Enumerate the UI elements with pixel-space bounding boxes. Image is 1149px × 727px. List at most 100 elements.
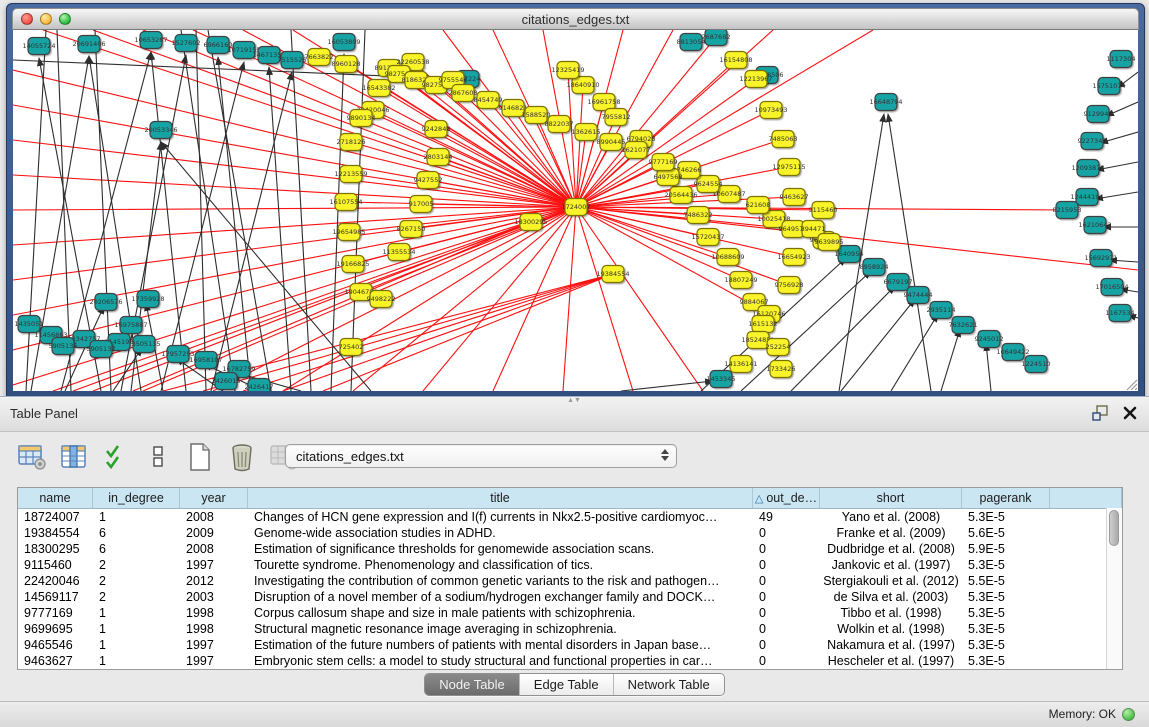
table-cell[interactable]: 6 [93,525,180,541]
table-cell[interactable]: Corpus callosum shape and size in male p… [248,605,753,621]
graph-node[interactable]: 1733426 [767,361,796,378]
table-cell[interactable]: 5.3E-5 [962,637,1050,653]
graph-node[interactable]: 12975115 [772,159,805,176]
graph-node[interactable]: 8822037 [545,116,574,133]
graph-node[interactable]: 9129946 [1084,106,1113,123]
graph-node[interactable]: 9498222 [367,291,396,308]
graph-node[interactable]: 2718126 [337,134,366,151]
table-cell[interactable]: Estimation of significance thresholds fo… [248,541,753,557]
new-table-icon[interactable] [184,441,216,473]
table-cell[interactable]: 9463627 [18,653,93,669]
float-panel-icon[interactable] [1092,405,1109,421]
graph-node[interactable]: 10649422 [996,344,1029,361]
table-cell[interactable]: Dudbridge et al. (2008) [820,541,962,557]
table-cell[interactable]: Genome-wide association studies in ADHD. [248,525,753,541]
graph-node[interactable]: 9890134 [347,110,376,127]
column-header-short[interactable]: short [820,488,962,508]
table-cell[interactable]: 6 [93,541,180,557]
graph-node[interactable]: 9463627 [780,189,809,206]
graph-node[interactable]: 1615132 [749,316,778,333]
graph-node[interactable]: 15720437 [691,229,724,246]
table-cell[interactable]: Estimation of the future numbers of pati… [248,637,753,653]
table-cell[interactable]: Structural magnetic resonance image aver… [248,621,753,637]
graph-node[interactable]: 11355534 [382,244,415,261]
table-cell[interactable]: 1 [93,637,180,653]
table-cell[interactable]: 18724007 [18,509,93,525]
graph-node[interactable]: 9115460 [809,202,838,219]
graph-node[interactable]: 2803144 [424,149,453,166]
delete-table-icon[interactable] [226,441,258,473]
table-cell[interactable]: 9699695 [18,621,93,637]
graph-node[interactable]: 20691406 [72,36,105,53]
network-graph[interactable]: 1405572420691406106532671527602696616010… [13,30,1138,391]
table-row[interactable]: 2242004622012Investigating the contribut… [18,573,1122,589]
table-cell[interactable]: Embryonic stem cells: a model to study s… [248,653,753,669]
graph-node[interactable]: 2426015 [212,373,241,390]
table-cell[interactable]: 2009 [180,525,248,541]
table-cell[interactable]: Jankovic et al. (1997) [820,557,962,573]
table-cell[interactable]: 14569117 [18,589,93,605]
table-cell[interactable]: 19384554 [18,525,93,541]
graph-node[interactable]: 1621077 [622,142,651,159]
table-row[interactable]: 1872400712008Changes of HCN gene express… [18,509,1122,525]
close-panel-icon[interactable] [1123,406,1137,420]
table-row[interactable]: 911546021997Tourette syndrome. Phenomeno… [18,557,1122,573]
graph-node[interactable]: 252254 [766,339,791,356]
graph-node[interactable]: 16154808 [719,52,752,69]
graph-node[interactable]: 1435051 [15,316,44,333]
table-cell[interactable]: 0 [753,541,820,557]
graph-node[interactable]: 917005 [409,196,434,213]
graph-node[interactable]: 9639895 [815,234,844,251]
graph-node[interactable]: 7955812 [602,109,631,126]
table-cell[interactable]: 1997 [180,557,248,573]
table-cell[interactable]: 2 [93,557,180,573]
graph-node[interactable]: 19384554 [596,266,629,283]
table-cell[interactable]: Franke et al. (2009) [820,525,962,541]
table-cell[interactable]: 0 [753,525,820,541]
table-cell[interactable]: 0 [753,573,820,589]
column-header-pagerank[interactable]: pagerank [962,488,1050,508]
graph-node[interactable]: 1167534 [1106,305,1135,322]
table-cell[interactable]: 5.3E-5 [962,557,1050,573]
graph-node[interactable]: 1453345 [707,371,736,388]
graph-node[interactable]: 8960128 [332,56,361,73]
table-cell[interactable]: 2008 [180,509,248,525]
table-cell[interactable]: Tourette syndrome. Phenomenology and cla… [248,557,753,573]
graph-node[interactable]: 2687682 [702,30,731,46]
table-cell[interactable]: 5.3E-5 [962,621,1050,637]
table-cell[interactable]: 22420046 [18,573,93,589]
table-cell[interactable]: 0 [753,621,820,637]
graph-node[interactable]: 1224510 [1022,356,1051,373]
graph-node[interactable]: 1527602 [172,35,201,52]
table-cell[interactable]: 1 [93,509,180,525]
graph-node[interactable]: 725402 [339,339,364,356]
column-header-title[interactable]: title [248,488,753,508]
table-cell[interactable]: 0 [753,637,820,653]
column-header-year[interactable]: year [180,488,248,508]
table-cell[interactable]: 1997 [180,637,248,653]
tab-edge-table[interactable]: Edge Table [520,674,614,695]
table-cell[interactable]: 2008 [180,541,248,557]
graph-node[interactable]: 16654923 [777,249,810,266]
table-cell[interactable]: 5.3E-5 [962,653,1050,669]
table-options-icon[interactable] [16,441,48,473]
column-header-out_de…[interactable]: △out_de… [753,488,820,508]
table-cell[interactable]: 5.3E-5 [962,589,1050,605]
graph-node[interactable]: 16975887 [114,317,147,334]
graph-node[interactable]: 19166825 [336,256,369,273]
table-cell[interactable]: Stergiakouli et al. (2012) [820,573,962,589]
table-cell[interactable]: 0 [753,605,820,621]
table-cell[interactable]: 5.5E-5 [962,573,1050,589]
table-cell[interactable]: Investigating the contribution of common… [248,573,753,589]
graph-node[interactable]: 7515526 [278,52,307,69]
table-row[interactable]: 946362711997Embryonic stem cells: a mode… [18,653,1122,669]
graph-node[interactable]: 9777169 [649,154,678,171]
table-row[interactable]: 977716911998Corpus callosum shape and si… [18,605,1122,621]
graph-node[interactable]: 10688609 [711,249,744,266]
select-column-icon[interactable] [58,441,90,473]
table-cell[interactable]: 9777169 [18,605,93,621]
table-cell[interactable]: Wolkin et al. (1998) [820,621,962,637]
table-cell[interactable]: 5.6E-5 [962,525,1050,541]
column-header-name[interactable]: name [18,488,93,508]
graph-node[interactable]: 7486322 [684,207,713,224]
